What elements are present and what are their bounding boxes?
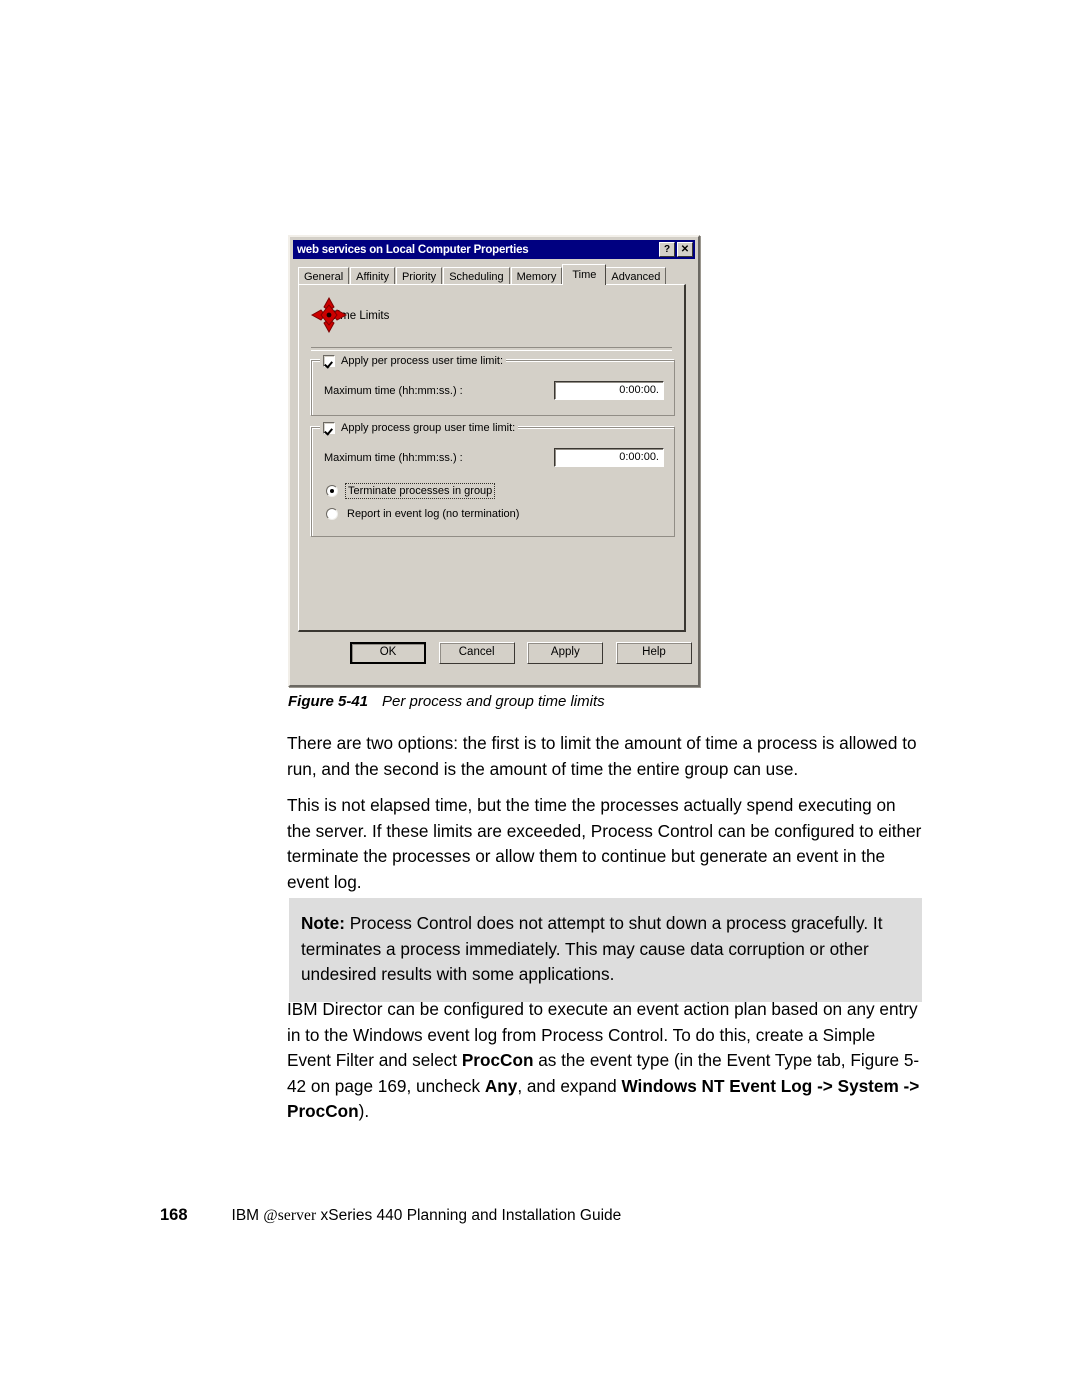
apply-per-process-checkbox[interactable] [323,354,335,367]
note-label: Note: [301,913,345,933]
apply-process-group-checkbox[interactable] [323,421,335,434]
p3-segment-3: , and expand [517,1075,622,1096]
figure-caption: Figure 5-41 Per process and group time li… [288,693,605,710]
properties-dialog: web services on Local Computer Propertie… [288,235,700,687]
paragraph-three: IBM Director can be configured to execut… [287,997,922,1125]
p3-bold-any: Any [484,1075,518,1096]
p3-bold-proccon: ProcCon [461,1050,534,1070]
per-process-max-time-label: Maximum time (hh:mm:ss.) : [324,384,463,397]
help-icon[interactable]: ? [659,242,675,257]
help-button[interactable]: Help [615,642,692,664]
process-group-group: Apply process group user time limit: Max… [311,420,675,537]
tab-scheduling[interactable]: Scheduling [443,267,510,285]
dialog-titlebar[interactable]: web services on Local Computer Propertie… [293,240,695,259]
tab-strip: General Affinity Priority Scheduling Mem… [298,264,690,285]
process-group-group-header[interactable]: Apply process group user time limit: [320,420,519,435]
dialog-button-row: OK Cancel Apply Help [350,642,692,664]
report-event-log-radio-row[interactable]: Report in event log (no termination) [326,507,521,521]
time-tab-page: Time Limits Apply per process user time … [298,284,686,632]
figure-caption-text: Per process and group time limits [382,693,605,710]
close-icon[interactable]: ✕ [677,242,693,257]
cancel-button[interactable]: Cancel [438,642,515,664]
page-number: 168 [160,1206,188,1224]
tab-advanced[interactable]: Advanced [605,267,667,285]
tab-memory[interactable]: Memory [510,267,563,285]
footer-suffix: xSeries 440 Planning and Installation Gu… [316,1207,622,1224]
per-process-max-time-row: Maximum time (hh:mm:ss.) : 0:00:00. [324,381,664,400]
per-process-max-time-input[interactable]: 0:00:00. [554,381,664,400]
note-text: Process Control does not attempt to shut… [301,913,883,984]
note-box: Note: Process Control does not attempt t… [289,898,922,1002]
process-group-max-time-input[interactable]: 0:00:00. [554,448,664,467]
eserver-logotype: @server [263,1207,317,1224]
terminate-processes-label: Terminate processes in group [345,483,496,499]
tab-general[interactable]: General [298,267,350,285]
tab-priority[interactable]: Priority [395,267,443,285]
figure-number: Figure 5-41 [288,693,369,710]
process-group-max-time-row: Maximum time (hh:mm:ss.) : 0:00:00. [324,448,664,467]
per-process-group: Apply per process user time limit: Maxim… [311,353,675,416]
header-divider [311,347,672,351]
ok-button[interactable]: OK [350,642,426,664]
tab-time[interactable]: Time [562,264,607,285]
apply-process-group-label: Apply process group user time limit: [341,421,516,434]
terminate-processes-radio[interactable] [326,485,338,497]
terminate-processes-radio-row[interactable]: Terminate processes in group [326,483,496,499]
report-event-log-radio[interactable] [326,508,338,520]
red-four-way-arrow-icon [309,295,349,335]
time-limits-header: Time Limits [309,293,389,339]
report-event-log-label: Report in event log (no termination) [347,508,520,520]
apply-per-process-label: Apply per process user time limit: [341,354,503,367]
p3-segment-4: ). [358,1101,370,1121]
paragraph-one: There are two options: the first is to l… [287,733,917,779]
process-group-max-time-label: Maximum time (hh:mm:ss.) : [324,451,463,464]
tab-affinity[interactable]: Affinity [350,267,395,285]
apply-button[interactable]: Apply [527,642,604,664]
per-process-group-header[interactable]: Apply per process user time limit: [320,353,506,368]
paragraph-two: This is not elapsed time, but the time t… [287,795,922,892]
footer-prefix: IBM [231,1207,264,1224]
dialog-title: web services on Local Computer Propertie… [297,243,529,256]
page-footer: 168 IBM @server xSeries 440 Planning and … [160,1206,621,1225]
